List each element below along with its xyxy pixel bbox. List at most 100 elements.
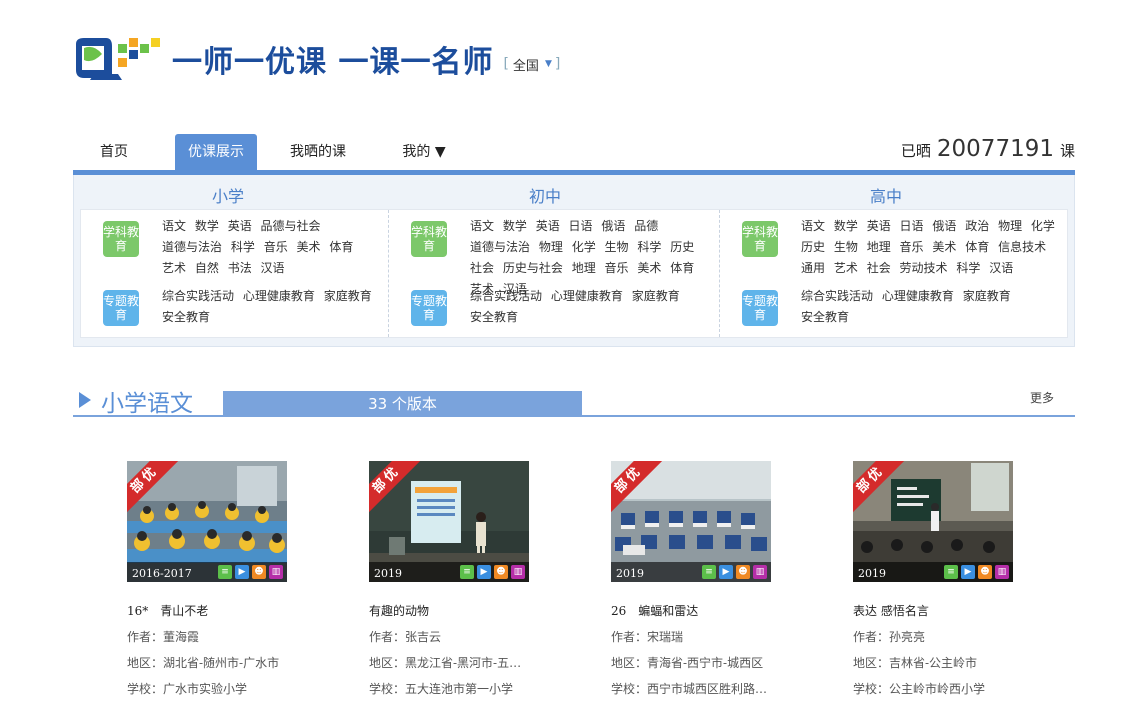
category-link[interactable]: 日语 [569, 219, 593, 233]
category-link[interactable]: 美术 [637, 261, 661, 275]
document-icon: ≡ [944, 565, 958, 579]
region-selector[interactable]: [ 全国 ▼ ] [503, 55, 560, 74]
category-link[interactable]: 音乐 [900, 240, 924, 254]
category-link[interactable]: 音乐 [605, 261, 629, 275]
category-link[interactable]: 数学 [503, 219, 527, 233]
section-title: 小学语文 [101, 391, 193, 417]
more-link[interactable]: 更多 [1030, 389, 1054, 406]
category-link[interactable]: 生物 [605, 240, 629, 254]
category-link[interactable]: 道德与法治 [162, 240, 222, 254]
category-link[interactable]: 品德与社会 [261, 219, 321, 233]
nav-mine-dropdown[interactable]: 我的 ▼ [383, 134, 465, 171]
category-grid: 学科教育 语文 数学 英语 品德与社会 道德与法治 科学 音乐 美术 体育 艺术… [80, 209, 1068, 338]
category-link[interactable]: 生物 [834, 240, 858, 254]
lesson-thumbnail[interactable]: 部优 2016-2017 ≡ ▶ ☻ ▥ [127, 461, 287, 582]
category-link[interactable]: 英语 [228, 219, 252, 233]
column-title-senior[interactable]: 高中 [786, 183, 986, 207]
category-link[interactable]: 家庭教育 [963, 289, 1011, 303]
category-link[interactable]: 体育 [965, 240, 989, 254]
category-link[interactable]: 体育 [670, 261, 694, 275]
category-link[interactable]: 艺术 [162, 261, 186, 275]
category-link[interactable]: 物理 [998, 219, 1022, 233]
category-link[interactable]: 信息技术 [998, 240, 1046, 254]
category-link[interactable]: 道德与法治 [470, 240, 530, 254]
section-underline [73, 415, 1075, 417]
category-link[interactable]: 政治 [965, 219, 989, 233]
lesson-school: 学校：西宁市城西区胜利路… [611, 682, 768, 696]
category-link[interactable]: 英语 [867, 219, 891, 233]
region-bracket-close: ] [554, 56, 561, 72]
category-link[interactable]: 日语 [900, 219, 924, 233]
nav-showcase[interactable]: 优课展示 [175, 134, 257, 171]
category-link[interactable]: 地理 [572, 261, 596, 275]
video-icon: ▶ [477, 565, 491, 579]
lesson-title[interactable]: 表达 感悟名言 [853, 602, 1053, 619]
category-link[interactable]: 综合实践活动 [801, 289, 873, 303]
category-link[interactable]: 化学 [572, 240, 596, 254]
category-link[interactable]: 心理健康教育 [882, 289, 954, 303]
category-link[interactable]: 综合实践活动 [470, 289, 542, 303]
nav-home[interactable]: 首页 [73, 134, 155, 171]
category-link[interactable]: 汉语 [989, 261, 1013, 275]
category-link[interactable]: 美术 [297, 240, 321, 254]
topic-badge: 专题教育 [103, 290, 139, 326]
main-nav: 首页 优课展示 我晒的课 我的 ▼ 已晒 20077191 课 [73, 134, 1075, 171]
column-title-primary[interactable]: 小学 [128, 183, 328, 207]
category-link[interactable]: 通用 [801, 261, 825, 275]
stats-icon: ▥ [269, 565, 283, 579]
category-link[interactable]: 品德 [634, 219, 658, 233]
category-link[interactable]: 社会 [867, 261, 891, 275]
lesson-title[interactable]: 有趣的动物 [369, 602, 569, 619]
category-link[interactable]: 语文 [470, 219, 494, 233]
category-link[interactable]: 俄语 [932, 219, 956, 233]
category-link[interactable]: 家庭教育 [324, 289, 372, 303]
category-link[interactable]: 安全教育 [162, 310, 210, 324]
version-count-bar[interactable]: 33 个版本 [223, 391, 582, 415]
category-link[interactable]: 地理 [867, 240, 891, 254]
category-link[interactable]: 历史 [670, 240, 694, 254]
lesson-thumbnail[interactable]: 部优 2019 ≡ ▶ ☻ ▥ [369, 461, 529, 582]
category-link[interactable]: 综合实践活动 [162, 289, 234, 303]
category-link[interactable]: 安全教育 [470, 310, 518, 324]
category-link[interactable]: 历史与社会 [503, 261, 563, 275]
category-link[interactable]: 俄语 [601, 219, 625, 233]
video-icon: ▶ [961, 565, 975, 579]
thumbnail-footer: 2016-2017 ≡ ▶ ☻ ▥ [127, 562, 287, 582]
category-link[interactable]: 自然 [195, 261, 219, 275]
category-link[interactable]: 美术 [932, 240, 956, 254]
category-link[interactable]: 劳动技术 [900, 261, 948, 275]
lesson-region: 地区：湖北省-随州市-广水市 [127, 656, 280, 670]
category-link[interactable]: 体育 [329, 240, 353, 254]
lesson-title[interactable]: 16* 青山不老 [127, 602, 327, 619]
category-link[interactable]: 科学 [637, 240, 661, 254]
category-link[interactable]: 心理健康教育 [551, 289, 623, 303]
lesson-thumbnail[interactable]: 部优 2019 ≡ ▶ ☻ ▥ [611, 461, 771, 582]
category-link[interactable]: 安全教育 [801, 310, 849, 324]
category-link[interactable]: 英语 [536, 219, 560, 233]
column-title-junior[interactable]: 初中 [445, 183, 645, 207]
category-link[interactable]: 数学 [834, 219, 858, 233]
category-link[interactable]: 书法 [228, 261, 252, 275]
category-link[interactable]: 语文 [162, 219, 186, 233]
category-link[interactable]: 汉语 [261, 261, 285, 275]
category-link[interactable]: 语文 [801, 219, 825, 233]
category-link[interactable]: 科学 [231, 240, 255, 254]
category-link[interactable]: 历史 [801, 240, 825, 254]
category-link[interactable]: 艺术 [834, 261, 858, 275]
document-icon: ≡ [702, 565, 716, 579]
category-link[interactable]: 社会 [470, 261, 494, 275]
nav-my-uploads[interactable]: 我晒的课 [277, 134, 359, 171]
lesson-title[interactable]: 26 蝙蝠和雷达 [611, 602, 811, 619]
category-link[interactable]: 家庭教育 [632, 289, 680, 303]
file-icons: ≡ ▶ ☻ ▥ [460, 565, 525, 579]
category-link[interactable]: 物理 [539, 240, 563, 254]
thumbnail-footer: 2019 ≡ ▶ ☻ ▥ [611, 562, 771, 582]
category-link[interactable]: 音乐 [264, 240, 288, 254]
category-link[interactable]: 数学 [195, 219, 219, 233]
category-link[interactable]: 化学 [1031, 219, 1055, 233]
category-link[interactable]: 科学 [956, 261, 980, 275]
site-logo[interactable]: 一师一优课 一课一名师 [ 全国 ▼ ] [72, 34, 560, 84]
lesson-thumbnail[interactable]: 部优 2019 ≡ ▶ ☻ ▥ [853, 461, 1013, 582]
logo-icon [76, 38, 160, 80]
category-link[interactable]: 心理健康教育 [243, 289, 315, 303]
